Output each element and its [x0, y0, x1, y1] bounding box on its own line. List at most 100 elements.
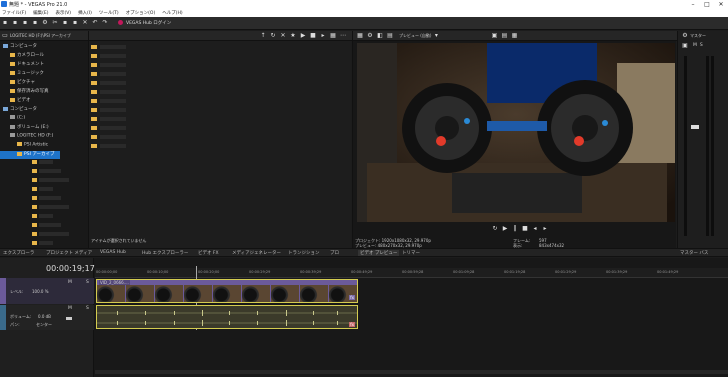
views-icon[interactable]: ▦: [330, 32, 336, 39]
video-mute[interactable]: M: [68, 280, 72, 285]
audio-solo[interactable]: S: [86, 306, 89, 311]
master-mute[interactable]: M: [693, 43, 697, 48]
open-icon[interactable]: ▪: [12, 20, 18, 26]
stop-icon[interactable]: ■: [522, 226, 528, 232]
timeline-scrollbar[interactable]: [95, 370, 728, 374]
tab-project-media[interactable]: プロジェクト メディア: [46, 250, 92, 256]
preview-fx-icon[interactable]: ▦: [357, 32, 363, 39]
file-row[interactable]: [91, 133, 211, 141]
drive-icon[interactable]: ▭: [2, 32, 8, 39]
copy-snapshot-icon[interactable]: ▣: [491, 32, 498, 39]
master-solo[interactable]: S: [700, 43, 703, 48]
tree-item[interactable]: ミュージック: [0, 70, 44, 78]
file-row[interactable]: [91, 142, 211, 150]
next-frame-icon[interactable]: ▸: [542, 226, 548, 232]
file-row[interactable]: [91, 70, 211, 78]
tree-subfolder[interactable]: [0, 232, 69, 240]
audio-fx-icon[interactable]: fx: [349, 322, 355, 327]
tree-item[interactable]: ボリューム (E:): [0, 124, 49, 132]
tree-subfolder[interactable]: [0, 187, 53, 195]
prev-frame-icon[interactable]: ◂: [532, 226, 538, 232]
file-row[interactable]: [91, 61, 211, 69]
stop-icon[interactable]: ■: [310, 32, 316, 39]
tree-item[interactable]: PSI アーカイブ: [0, 151, 60, 159]
tree-item[interactable]: (C:): [0, 115, 25, 123]
play-icon[interactable]: ▶: [300, 32, 306, 39]
delete-icon[interactable]: ✕: [82, 20, 88, 26]
tree-subfolder[interactable]: [0, 178, 69, 186]
tree-item[interactable]: ピクチャ: [0, 79, 35, 87]
tab-video-fx[interactable]: ビデオ FX: [198, 250, 219, 256]
tree-item[interactable]: コンピュータ: [0, 106, 37, 114]
video-clip[interactable]: VID_2_0666.... fx: [96, 279, 358, 303]
audio-mute[interactable]: M: [68, 306, 72, 311]
menu-insert[interactable]: 挿入(I): [78, 10, 92, 16]
audio-clip[interactable]: fx: [96, 305, 358, 329]
tab-hub-explorer[interactable]: Hub エクスプローラー: [142, 250, 188, 256]
level-value[interactable]: 100.0 %: [32, 289, 49, 294]
file-row[interactable]: [91, 124, 211, 132]
menu-options[interactable]: オプション(O): [126, 10, 156, 16]
up-folder-icon[interactable]: ↑: [260, 32, 266, 39]
file-row[interactable]: [91, 97, 211, 105]
menu-edit[interactable]: 編集(E): [33, 10, 48, 16]
tree-item[interactable]: 保存済みの写真: [0, 88, 49, 96]
properties-icon[interactable]: ⚙: [42, 20, 48, 26]
tree-subfolder[interactable]: [0, 169, 61, 177]
menu-view[interactable]: 表示(V): [55, 10, 71, 16]
file-row[interactable]: [91, 115, 211, 123]
loop-icon[interactable]: ↻: [492, 226, 498, 232]
pause-icon[interactable]: ‖: [512, 226, 518, 232]
favorite-icon[interactable]: ★: [290, 32, 296, 39]
play-icon[interactable]: ▶: [502, 226, 508, 232]
new-icon[interactable]: ▪: [2, 20, 8, 26]
tree-subfolder[interactable]: [0, 214, 53, 222]
delete-icon[interactable]: ✕: [280, 32, 286, 39]
overlay-icon[interactable]: ▤: [387, 32, 393, 39]
file-row[interactable]: [91, 106, 211, 114]
undo-icon[interactable]: ↶: [92, 20, 98, 26]
pan-value[interactable]: センター: [36, 322, 52, 328]
paste-icon[interactable]: ▪: [72, 20, 78, 26]
tab-media-generators[interactable]: メディアジェネレーター: [232, 250, 281, 256]
save-icon[interactable]: ▪: [22, 20, 28, 26]
copy-icon[interactable]: ▪: [62, 20, 68, 26]
file-row[interactable]: [91, 52, 211, 60]
tree-item[interactable]: PSI Artistic: [0, 142, 48, 150]
file-row[interactable]: [91, 79, 211, 87]
tab-pro[interactable]: プロ: [330, 250, 339, 256]
master-fader[interactable]: [691, 125, 699, 129]
grid-icon[interactable]: ▦: [511, 32, 518, 39]
split-icon[interactable]: ◧: [377, 32, 383, 39]
minimize-button[interactable]: –: [686, 0, 700, 9]
save-snapshot-icon[interactable]: ▤: [501, 32, 508, 39]
tree-item[interactable]: コンピュータ: [0, 43, 37, 51]
tree-subfolder[interactable]: [0, 160, 53, 168]
redo-icon[interactable]: ↷: [102, 20, 108, 26]
tab-transitions[interactable]: トランジション: [288, 250, 320, 256]
preview-settings-icon[interactable]: ⚙: [367, 32, 373, 39]
close-button[interactable]: ✕: [714, 0, 728, 9]
cut-icon[interactable]: ✂: [52, 20, 58, 26]
file-row[interactable]: [91, 88, 211, 96]
file-row[interactable]: [91, 43, 211, 51]
timeline-ruler[interactable]: 00:00:00;00 00:00:10;00 00:00:20;00 00:00:2…: [95, 268, 728, 278]
gear-icon[interactable]: ⚙: [682, 33, 688, 39]
tab-explorer[interactable]: エクスプローラ: [3, 250, 34, 256]
explorer-path[interactable]: LOGITEC HD (F:)\PSI アーカイブ: [10, 33, 71, 39]
video-solo[interactable]: S: [86, 280, 89, 285]
vegas-hub-login-button[interactable]: VEGAS Hub ログイン: [118, 20, 171, 26]
maximize-button[interactable]: □: [700, 0, 714, 9]
volume-slider[interactable]: [66, 317, 72, 320]
fx-icon[interactable]: fx: [349, 295, 355, 300]
tab-vegas-hub[interactable]: VEGAS Hub: [100, 250, 126, 255]
fx-icon[interactable]: ▣: [682, 42, 688, 49]
chevron-down-icon[interactable]: ▾: [433, 32, 439, 39]
tree-subfolder[interactable]: [0, 196, 61, 204]
render-icon[interactable]: ▪: [32, 20, 38, 26]
tree-item[interactable]: ドキュメント: [0, 61, 44, 69]
tree-subfolder[interactable]: [0, 205, 69, 213]
refresh-icon[interactable]: ↻: [270, 32, 276, 39]
tree-item[interactable]: LOGITEC HD (F:): [0, 133, 53, 141]
menu-icon[interactable]: ⋯: [340, 32, 346, 39]
